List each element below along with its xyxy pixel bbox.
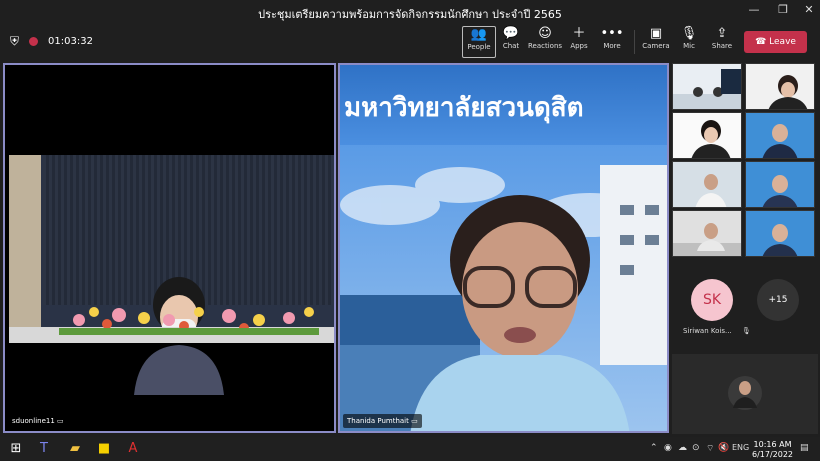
windows-start-icon[interactable]: ⊞ (8, 441, 24, 457)
reactions-button[interactable]: ☺ Reactions (528, 26, 562, 56)
window-title: ประชุมเตรียมความพร้อมการจัดกิจกรรมนักศึก… (258, 8, 562, 21)
share-button[interactable]: ⇪ Share (706, 26, 738, 56)
side-tile-7[interactable] (672, 210, 742, 257)
video-tile-sduonline11[interactable]: sduonline11 ▭ (3, 63, 336, 433)
acrobat-icon[interactable]: A (125, 441, 141, 457)
participant-avatar[interactable]: SK (691, 279, 733, 321)
network-icon[interactable]: ⊙ (692, 443, 700, 453)
share-icon: ⇪ (716, 26, 728, 41)
side-tile-2[interactable] (745, 63, 815, 110)
more-icon: ••• (600, 26, 624, 41)
sticky-notes-icon[interactable]: ■ (96, 441, 112, 457)
camera-icon: ▣ (649, 26, 663, 41)
side-tile-4[interactable] (745, 112, 815, 159)
leave-button[interactable]: ☎ Leave (744, 31, 807, 53)
close-icon[interactable]: ✕ (797, 3, 820, 21)
recording-icon (29, 37, 39, 46)
file-explorer-icon[interactable]: ▰ (67, 441, 83, 457)
reactions-icon: ☺ (538, 26, 552, 41)
conference-room-video (9, 155, 334, 395)
more-participants-button[interactable]: +15 (757, 279, 799, 321)
minimize-icon[interactable]: — (742, 3, 766, 21)
participant-video-woman-speaking (410, 195, 630, 431)
wifi-icon[interactable]: ⌔ (706, 443, 714, 454)
apps-icon: ＋ (572, 26, 586, 41)
mic-off-icon: 🎙 (741, 327, 751, 335)
side-tile-1[interactable] (672, 63, 742, 110)
teams-tray-icon[interactable]: ◉ (664, 443, 672, 453)
chat-button[interactable]: 💬 Chat (495, 26, 527, 56)
teams-app-icon[interactable]: T (36, 441, 52, 457)
apps-button[interactable]: ＋ Apps (563, 26, 595, 56)
language-indicator[interactable]: ENG (732, 443, 749, 452)
mic-button[interactable]: 🎙 Mic (673, 26, 705, 56)
maximize-icon[interactable]: ❐ (771, 3, 795, 21)
participant-name-tag: Thanida Pumthait ▭ (343, 414, 422, 428)
meeting-toolbar: ⛨ 01:03:32 👥 People 💬 Chat ☺ Reactions ＋… (0, 24, 820, 60)
more-button[interactable]: ••• More (596, 26, 628, 56)
side-tile-6[interactable] (745, 161, 815, 208)
shield-icon: ⛨ (10, 34, 20, 48)
title-bar: ประชุมเตรียมความพร้อมการจัดกิจกรรมนักศึก… (0, 0, 820, 24)
screen-icon: ▭ (57, 417, 64, 425)
people-button[interactable]: 👥 People (462, 26, 496, 58)
camera-button[interactable]: ▣ Camera (640, 26, 672, 56)
chat-icon: 💬 (502, 26, 520, 41)
phone-icon: ☎ (755, 37, 767, 47)
university-banner: มหาวิทยาลัยสวนดุสิต (340, 65, 667, 145)
banner-text: มหาวิทยาลัยสวนดุสิต (344, 93, 584, 123)
flower-arrangement (59, 307, 319, 335)
people-icon: 👥 (470, 27, 488, 42)
onedrive-icon[interactable]: ☁ (678, 443, 687, 453)
volume-muted-icon[interactable]: 🔇 (718, 443, 729, 453)
toolbar-divider (634, 30, 635, 54)
mic-off-icon: 🎙 (680, 26, 698, 41)
side-tile-5[interactable] (672, 161, 742, 208)
participant-name-label: Siriwan Kois... 🎙 (683, 327, 751, 335)
screen-icon: ▭ (411, 417, 418, 425)
windows-taskbar: ⊞ T ▰ ■ A ⌃ ◉ ☁ ⊙ ⌔ 🔇 ENG 10:16 AM 6/17/… (0, 437, 820, 461)
chevron-up-icon[interactable]: ⌃ (650, 443, 658, 453)
notification-icon[interactable]: ▤ (800, 443, 809, 453)
meeting-timer: 01:03:32 (48, 36, 93, 47)
side-tile-8[interactable] (745, 210, 815, 257)
taskbar-clock[interactable]: 10:16 AM 6/17/2022 (752, 440, 793, 460)
self-view-tile[interactable] (672, 354, 818, 434)
participant-name-tag: sduonline11 ▭ (8, 414, 68, 428)
side-tile-3[interactable] (672, 112, 742, 159)
video-tile-thanida[interactable]: มหาวิทยาลัยสวนดุสิต Thanida Pumthait ▭ (338, 63, 669, 433)
